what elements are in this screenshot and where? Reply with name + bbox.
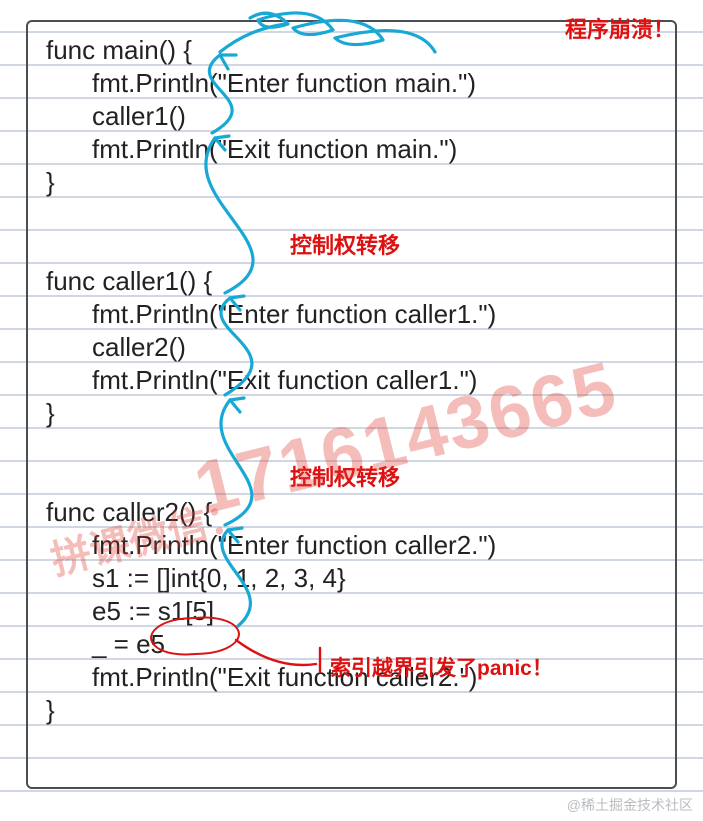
code-caller1-decl: func caller1() {	[46, 265, 657, 298]
blank-3	[46, 430, 657, 463]
code-main-call: caller1()	[46, 100, 657, 133]
annotation-crash: 程序崩溃！	[565, 12, 675, 44]
code-caller2-close: }	[46, 694, 657, 727]
code-main-exit: fmt.Println("Exit function main.")	[46, 133, 657, 166]
code-caller1-close: }	[46, 397, 657, 430]
annotation-transfer-1: 控制权转移	[290, 228, 400, 260]
code-caller1-call: caller2()	[46, 331, 657, 364]
footer-credit: @稀土掘金技术社区	[567, 795, 693, 815]
code-caller2-decl: func caller2() {	[46, 496, 657, 529]
code-caller1-exit: fmt.Println("Exit function caller1.")	[46, 364, 657, 397]
annotation-panic: 索引越界引发了panic！	[330, 652, 553, 682]
code-caller2-e5: e5 := s1[5]	[46, 595, 657, 628]
code-caller1-enter: fmt.Println("Enter function caller1.")	[46, 298, 657, 331]
code-main-close: }	[46, 166, 657, 199]
code-caller2-enter: fmt.Println("Enter function caller2.")	[46, 529, 657, 562]
code-caller2-s1: s1 := []int{0, 1, 2, 3, 4}	[46, 562, 657, 595]
code-main-enter: fmt.Println("Enter function main.")	[46, 67, 657, 100]
annotation-transfer-2: 控制权转移	[290, 460, 400, 492]
